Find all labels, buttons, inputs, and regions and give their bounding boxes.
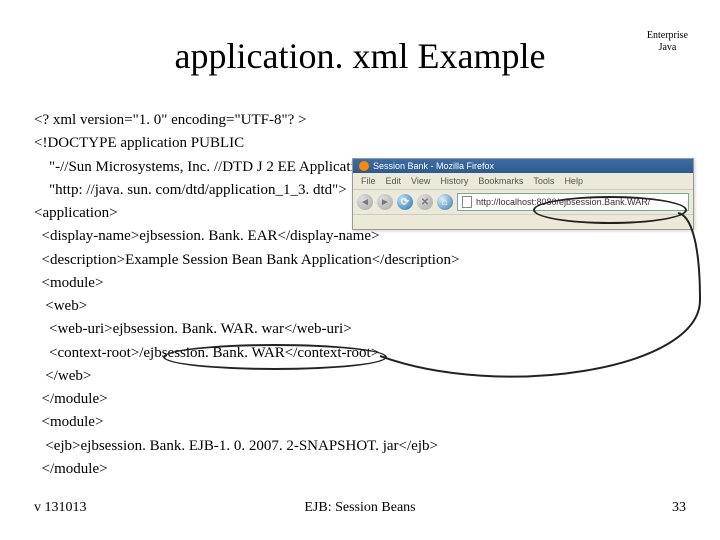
browser-menubar: File Edit View History Bookmarks Tools H… <box>353 173 693 190</box>
slide-footer: v 131013 EJB: Session Beans 33 <box>34 500 686 516</box>
menu-item: View <box>407 175 434 187</box>
code-line: <? xml version="1. 0" encoding="UTF-8"? … <box>34 109 720 132</box>
home-icon: ⌂ <box>437 194 453 210</box>
code-line: <!DOCTYPE application PUBLIC <box>34 132 720 155</box>
browser-titlebar: Session Bank - Mozilla Firefox <box>353 159 693 173</box>
menu-item: Help <box>560 175 587 187</box>
menu-item: History <box>436 175 472 187</box>
menu-item: Tools <box>529 175 558 187</box>
page-title: application. xml Example <box>0 35 720 77</box>
reload-icon: ⟳ <box>397 194 413 210</box>
code-line: </module> <box>34 458 720 481</box>
menu-item: File <box>357 175 380 187</box>
menu-item: Edit <box>382 175 406 187</box>
annotation-ellipse-context-root <box>163 344 387 370</box>
code-line: <description>Example Session Bean Bank A… <box>34 249 720 272</box>
code-line: <web> <box>34 295 720 318</box>
back-icon: ◄ <box>357 194 373 210</box>
corner-label: EnterpriseJava <box>647 30 688 54</box>
code-line: <module> <box>34 272 720 295</box>
firefox-icon <box>359 161 369 171</box>
menu-item: Bookmarks <box>474 175 527 187</box>
code-line: </module> <box>34 388 720 411</box>
stop-icon: ✕ <box>417 194 433 210</box>
code-line: </web> <box>34 365 720 388</box>
code-line: <ejb>ejbsession. Bank. EJB-1. 0. 2007. 2… <box>34 435 720 458</box>
code-line: <module> <box>34 411 720 434</box>
window-title: Session Bank - Mozilla Firefox <box>373 161 494 171</box>
footer-center: EJB: Session Beans <box>34 500 686 516</box>
code-line: <web-uri>ejbsession. Bank. WAR. war</web… <box>34 318 720 341</box>
forward-icon: ► <box>377 194 393 210</box>
page-icon <box>462 196 472 208</box>
annotation-ellipse-url <box>533 196 687 224</box>
